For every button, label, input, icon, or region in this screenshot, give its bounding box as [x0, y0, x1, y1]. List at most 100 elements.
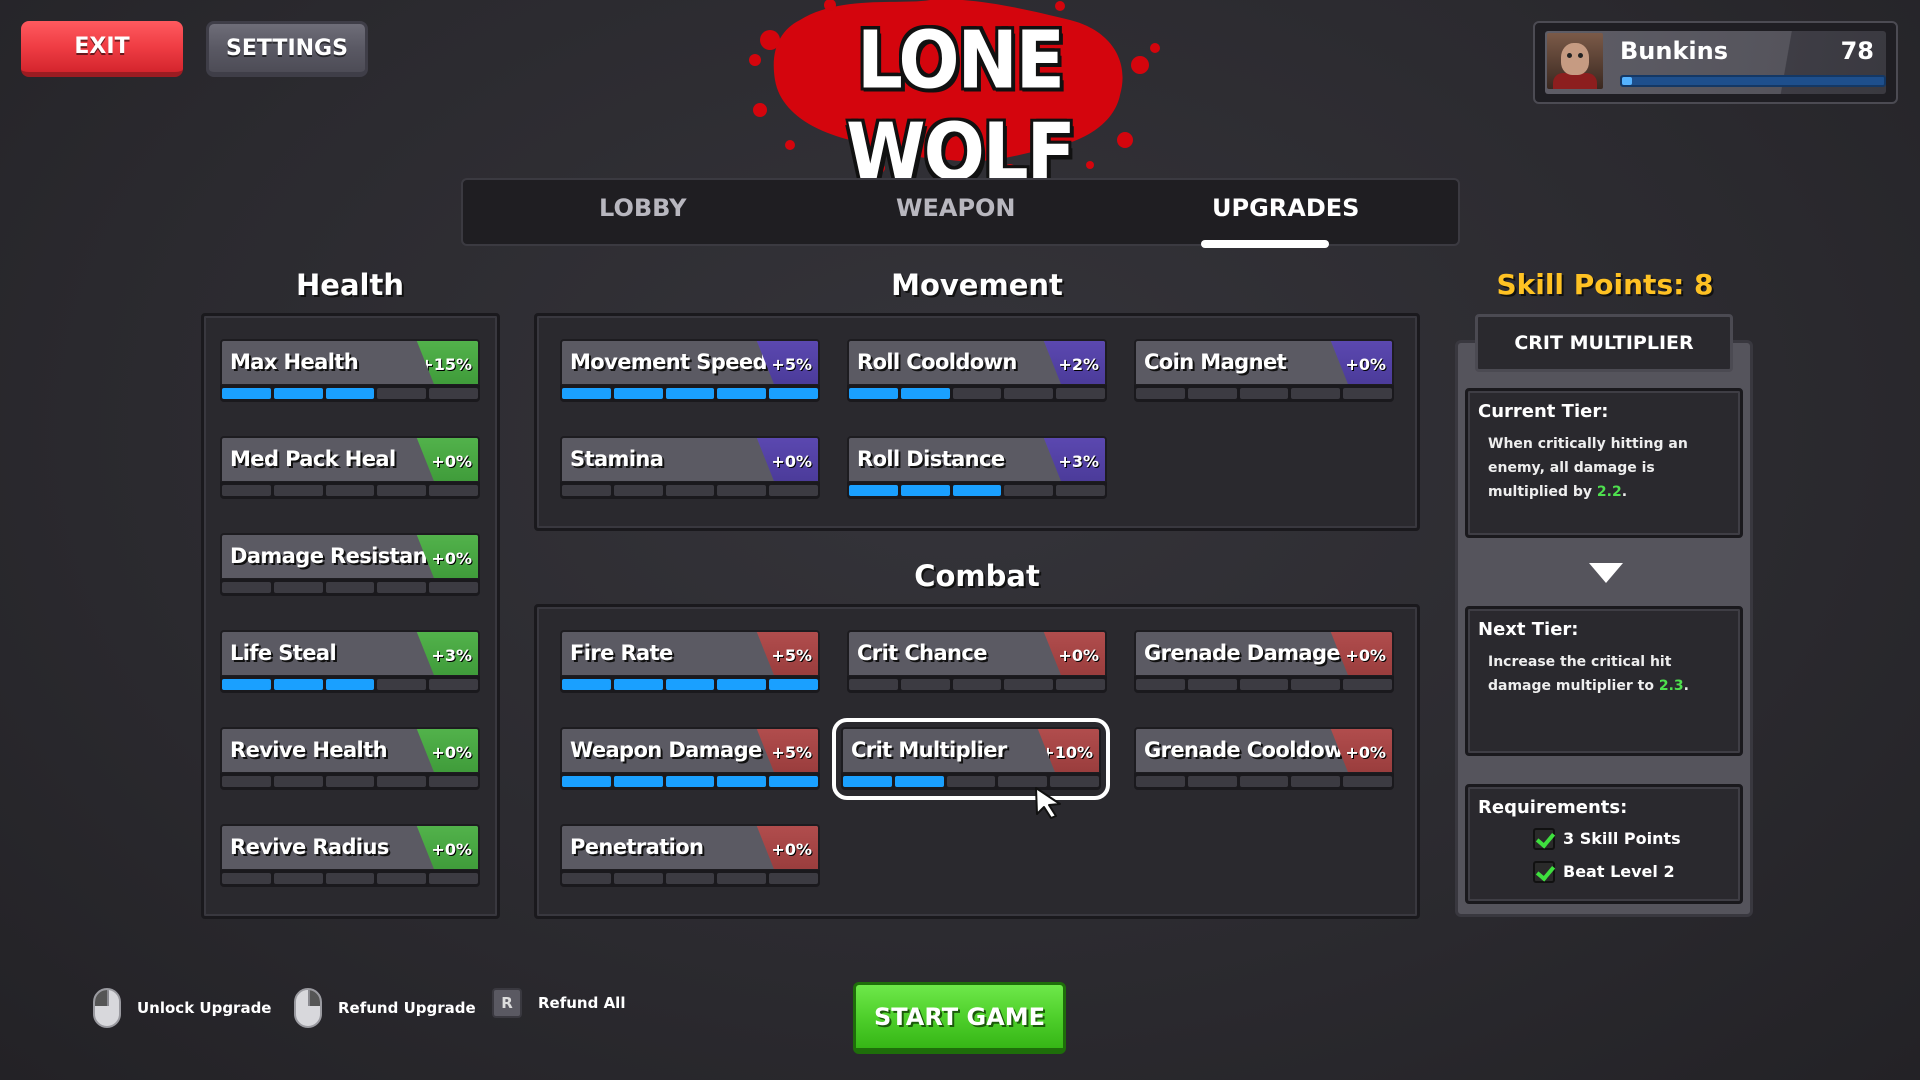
- tab-lobby[interactable]: LOBBY: [599, 194, 687, 222]
- upgrade-card-damage-resistance[interactable]: Damage Resistance +0%: [220, 533, 480, 597]
- upgrade-card-movement-speed[interactable]: Movement Speed +5%: [560, 339, 820, 403]
- upgrade-card-crit-multiplier[interactable]: Crit Multiplier +10%: [832, 718, 1110, 800]
- upgrade-name: Stamina: [570, 447, 664, 471]
- upgrade-card-header: Life Steal +3%: [220, 630, 480, 677]
- upgrade-card-grenade-cooldown[interactable]: Grenade Cooldown +0%: [1134, 727, 1394, 791]
- upgrade-percent-badge: +3%: [1043, 438, 1105, 481]
- upgrade-card-roll-cooldown[interactable]: Roll Cooldown +2%: [847, 339, 1107, 403]
- upgrade-percent-badge: +2%: [1043, 341, 1105, 384]
- upgrade-tier-segment: [613, 388, 663, 399]
- upgrade-tier-segment: [273, 388, 323, 399]
- upgrade-card-revive-radius[interactable]: Revive Radius +0%: [220, 824, 480, 888]
- upgrade-card-header: Coin Magnet +0%: [1134, 339, 1394, 386]
- upgrade-card-weapon-damage[interactable]: Weapon Damage +5%: [560, 727, 820, 791]
- upgrade-percent-badge: +0%: [416, 729, 478, 772]
- upgrade-tier-segment: [900, 679, 950, 690]
- upgrade-card-header: Grenade Cooldown +0%: [1134, 727, 1394, 774]
- upgrade-card-revive-health[interactable]: Revive Health +0%: [220, 727, 480, 791]
- hint-refund-all: R Refund All: [492, 988, 625, 1018]
- upgrade-card-header: Roll Distance +3%: [847, 436, 1107, 483]
- upgrade-name: Revive Radius: [230, 835, 389, 859]
- hint-refund: Refund Upgrade: [294, 988, 476, 1028]
- exit-button[interactable]: EXIT: [21, 21, 183, 77]
- upgrade-tier-bar: [847, 482, 1107, 499]
- upgrade-name: Crit Chance: [857, 641, 987, 665]
- upgrade-tier-segment: [377, 873, 427, 884]
- upgrade-name: Life Steal: [230, 641, 337, 665]
- upgrade-tier-segment: [665, 679, 715, 690]
- upgrade-tier-segment: [562, 485, 611, 496]
- upgrade-name: Movement Speed: [570, 350, 768, 374]
- upgrade-card-header: Revive Health +0%: [220, 727, 480, 774]
- upgrade-tier-segment: [1056, 485, 1105, 496]
- upgrade-tier-bar: [1134, 385, 1394, 402]
- upgrade-tier-segment: [1136, 679, 1185, 690]
- upgrade-name: Grenade Damage: [1144, 641, 1341, 665]
- start-game-button[interactable]: START GAME: [853, 982, 1066, 1054]
- upgrade-tier-segment: [1187, 776, 1237, 787]
- xp-bar: [1620, 75, 1886, 87]
- current-tier-text: When critically hitting an enemy, all da…: [1488, 436, 1688, 500]
- upgrade-tier-segment: [717, 873, 767, 884]
- upgrade-card-crit-chance[interactable]: Crit Chance +0%: [847, 630, 1107, 694]
- upgrade-tier-segment: [613, 485, 663, 496]
- upgrade-tier-bar: [560, 482, 820, 499]
- requirements-title: Requirements:: [1478, 797, 1628, 818]
- upgrade-tier-segment: [273, 679, 323, 690]
- upgrade-percent: +3%: [431, 646, 472, 665]
- upgrade-card-stamina[interactable]: Stamina +0%: [560, 436, 820, 500]
- upgrade-tier-segment: [325, 582, 375, 593]
- tab-weapon[interactable]: WEAPON: [896, 194, 1016, 222]
- upgrade-card-header: Crit Multiplier +10%: [841, 727, 1101, 774]
- upgrade-card-fire-rate[interactable]: Fire Rate +5%: [560, 630, 820, 694]
- upgrade-card-med-pack-heal[interactable]: Med Pack Heal +0%: [220, 436, 480, 500]
- upgrade-tier-segment: [1343, 679, 1392, 690]
- requirement-item: 3 Skill Points: [1478, 822, 1730, 855]
- upgrade-tier-segment: [222, 582, 271, 593]
- upgrade-percent: +10%: [1041, 743, 1093, 762]
- upgrade-tier-segment: [273, 873, 323, 884]
- upgrade-tier-segment: [325, 388, 375, 399]
- upgrade-card-grenade-damage[interactable]: Grenade Damage +0%: [1134, 630, 1394, 694]
- upgrade-tier-segment: [377, 485, 427, 496]
- requirements-box: Requirements: 3 Skill Points Beat Level …: [1465, 784, 1743, 904]
- upgrade-percent-badge: +0%: [756, 826, 818, 869]
- upgrade-percent-badge: +0%: [1043, 632, 1105, 675]
- upgrade-tier-segment: [665, 388, 715, 399]
- upgrade-tier-segment: [429, 873, 478, 884]
- upgrade-tier-segment: [1343, 776, 1392, 787]
- upgrade-card-coin-magnet[interactable]: Coin Magnet +0%: [1134, 339, 1394, 403]
- upgrade-tier-segment: [1239, 679, 1289, 690]
- upgrade-card-max-health[interactable]: Max Health +15%: [220, 339, 480, 403]
- tab-upgrades[interactable]: UPGRADES: [1212, 194, 1359, 222]
- upgrade-tier-segment: [1056, 388, 1105, 399]
- upgrade-tier-bar: [220, 773, 480, 790]
- mouse-right-icon: [294, 988, 322, 1028]
- upgrade-tier-bar: [560, 773, 820, 790]
- upgrade-tier-segment: [665, 485, 715, 496]
- upgrade-tier-segment: [1004, 388, 1054, 399]
- upgrade-tier-segment: [325, 679, 375, 690]
- upgrade-tier-segment: [952, 485, 1002, 496]
- upgrade-card-roll-distance[interactable]: Roll Distance +3%: [847, 436, 1107, 500]
- upgrade-tier-segment: [1239, 388, 1289, 399]
- upgrade-tier-segment: [769, 776, 818, 787]
- upgrade-tier-segment: [222, 388, 271, 399]
- upgrade-tier-segment: [769, 873, 818, 884]
- upgrade-card-header: Weapon Damage +5%: [560, 727, 820, 774]
- upgrade-card-header: Crit Chance +0%: [847, 630, 1107, 677]
- upgrade-tier-segment: [717, 485, 767, 496]
- upgrade-percent: +0%: [431, 840, 472, 859]
- upgrade-tier-segment: [717, 679, 767, 690]
- upgrade-name: Coin Magnet: [1144, 350, 1287, 374]
- upgrade-tier-segment: [1343, 388, 1392, 399]
- upgrade-card-penetration[interactable]: Penetration +0%: [560, 824, 820, 888]
- upgrade-tier-segment: [717, 388, 767, 399]
- upgrade-percent: +15%: [420, 355, 472, 374]
- upgrade-tier-segment: [1056, 679, 1105, 690]
- settings-button[interactable]: SETTINGS: [206, 21, 368, 77]
- upgrade-tier-segment: [1004, 679, 1054, 690]
- upgrade-tier-bar: [1134, 676, 1394, 693]
- upgrade-tier-bar: [560, 870, 820, 887]
- upgrade-card-life-steal[interactable]: Life Steal +3%: [220, 630, 480, 694]
